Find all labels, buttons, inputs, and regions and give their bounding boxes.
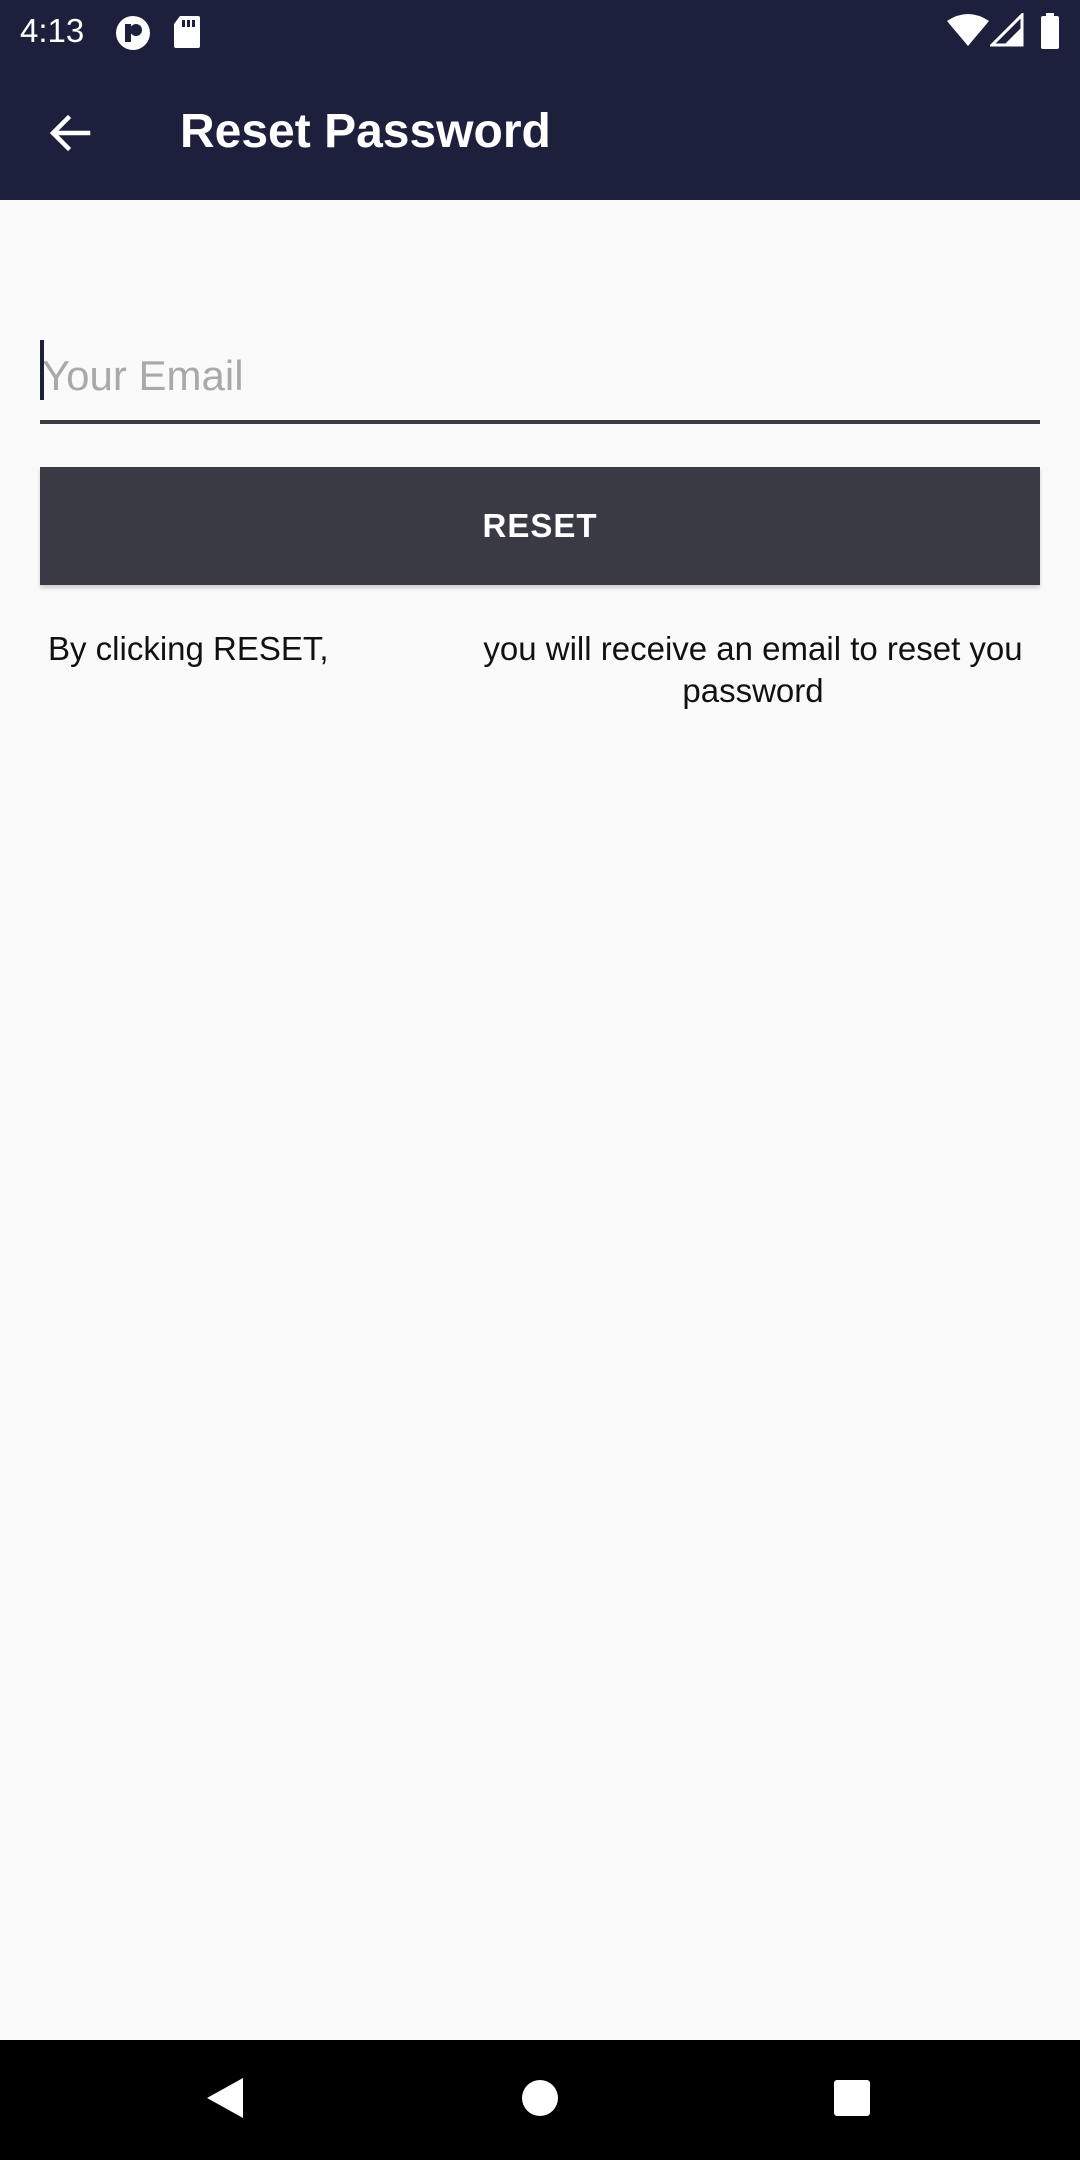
back-triangle-icon	[205, 2076, 245, 2125]
app-bar: Reset Password	[0, 63, 1080, 200]
status-time: 4:13	[20, 12, 85, 49]
cell-signal-icon	[988, 11, 1024, 52]
back-button[interactable]	[28, 93, 112, 177]
email-field[interactable]	[40, 338, 1042, 414]
nav-home-button[interactable]	[480, 2040, 600, 2160]
recents-square-icon	[833, 2079, 871, 2122]
nav-back-button[interactable]	[165, 2040, 285, 2160]
email-underline	[40, 420, 1040, 424]
email-field-container	[40, 330, 1042, 426]
info-text-right: you will receive an email to reset you p…	[483, 630, 1023, 709]
page-title: Reset Password	[180, 105, 551, 158]
system-nav-bar	[0, 2040, 1080, 2160]
wifi-icon	[946, 13, 990, 52]
reset-button[interactable]: RESET	[40, 467, 1040, 585]
nav-recents-button[interactable]	[792, 2040, 912, 2160]
notification-app-icon	[114, 14, 152, 57]
info-text-left: By clicking RESET,	[48, 630, 329, 667]
sd-card-icon	[172, 14, 202, 55]
battery-icon	[1040, 13, 1060, 54]
text-cursor	[40, 340, 44, 400]
arrow-back-icon	[48, 111, 92, 160]
status-bar: 4:13	[0, 0, 1080, 63]
home-circle-icon	[520, 2078, 560, 2123]
